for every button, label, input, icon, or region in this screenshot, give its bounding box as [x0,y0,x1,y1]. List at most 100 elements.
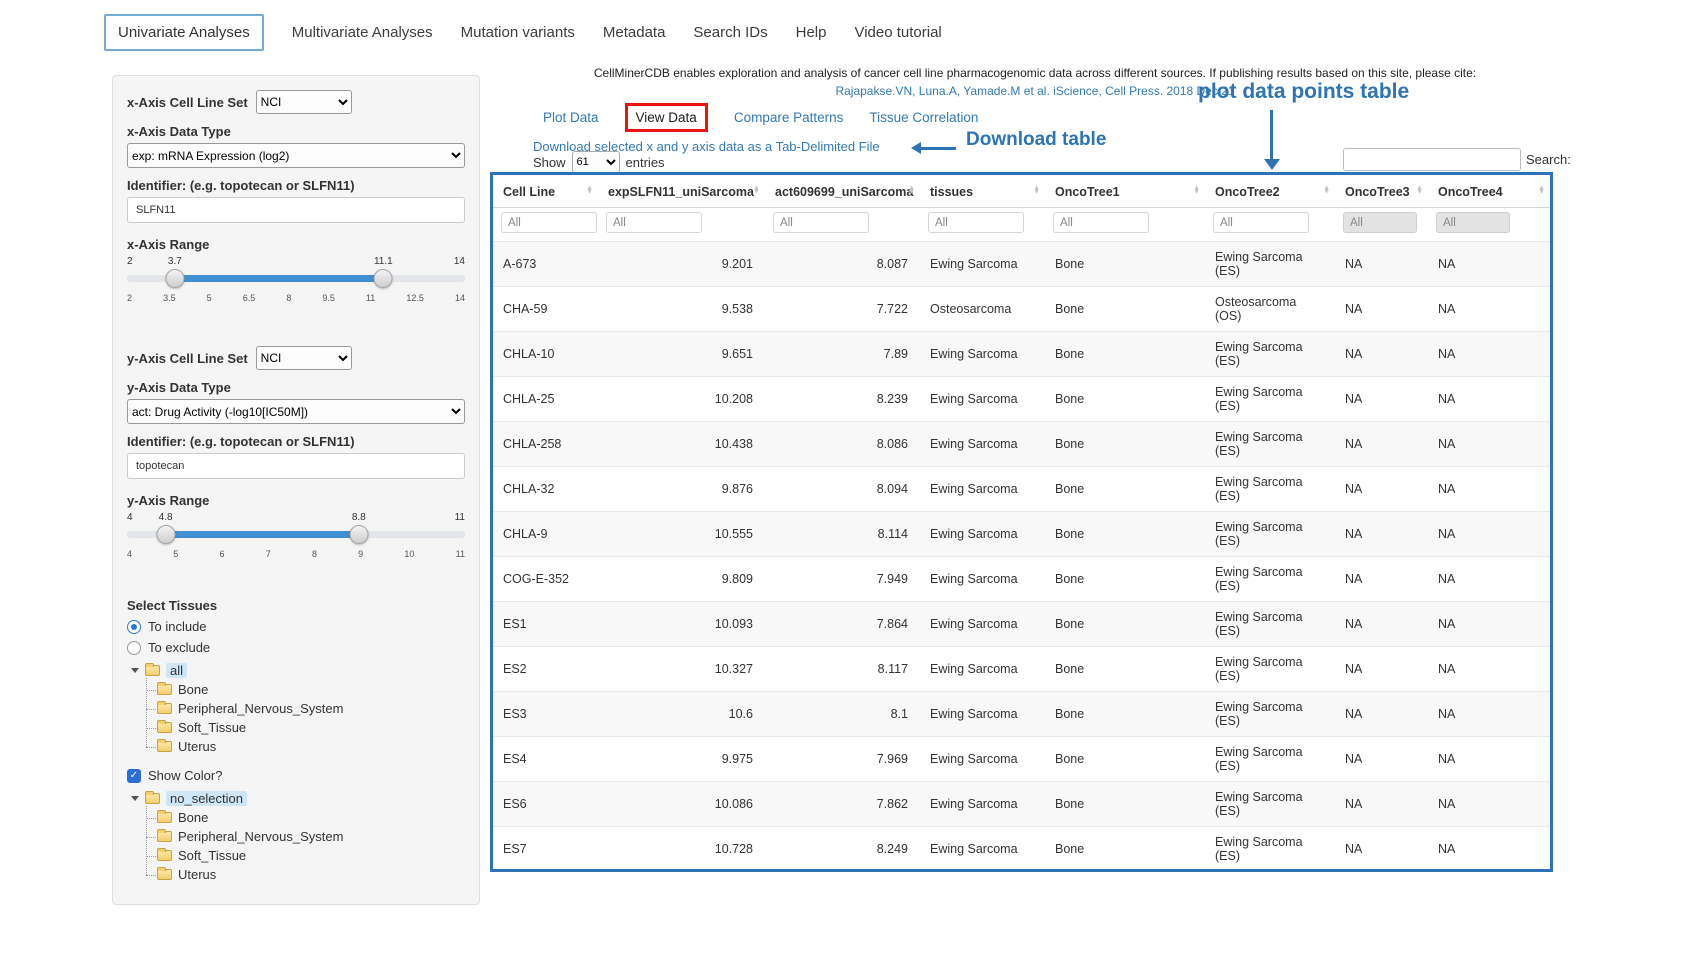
table-cell: Bone [1045,287,1205,332]
slider-handle-left[interactable] [156,525,175,544]
sort-icon[interactable]: ▲▼ [753,187,760,196]
y-identifier-input[interactable] [127,453,465,479]
sort-icon[interactable]: ▲▼ [1416,187,1423,196]
tree-item-peripheral_nervous_system[interactable]: Peripheral_Nervous_System [157,827,465,846]
table-row[interactable]: CHLA-329.8768.094Ewing SarcomaBoneEwing … [493,467,1550,512]
table-cell: 9.876 [598,467,765,512]
search-input[interactable] [1343,148,1521,171]
table-row[interactable]: CHLA-910.5558.114Ewing SarcomaBoneEwing … [493,512,1550,557]
slider-fill [166,531,359,538]
show-color-checkbox-row[interactable]: ✓ Show Color? [127,768,465,783]
tree-item-uterus[interactable]: Uterus [157,865,465,884]
column-header-expslfn11_unisarcoma[interactable]: expSLFN11_uniSarcoma▲▼ [598,175,765,208]
x-axis-range-slider[interactable]: 2 14 3.7 11.1 23.556.589.51112.514 [127,256,465,314]
tree-item-bone[interactable]: Bone [157,680,465,699]
table-row[interactable]: A-6739.2018.087Ewing SarcomaBoneEwing Sa… [493,242,1550,287]
subtab-view-data[interactable]: View Data [625,103,708,132]
x-cell-line-set-select[interactable]: NCI [256,90,352,114]
tree-item-soft_tissue[interactable]: Soft_Tissue [157,846,465,865]
table-cell: Ewing Sarcoma [920,782,1045,827]
table-cell: 10.555 [598,512,765,557]
column-filter-input-2[interactable] [773,212,869,233]
x-data-type-select[interactable]: exp: mRNA Expression (log2) [127,143,465,168]
tree-item-soft_tissue[interactable]: Soft_Tissue [157,718,465,737]
slider-min-label: 4 [127,512,133,523]
table-row[interactable]: ES49.9757.969Ewing SarcomaBoneEwing Sarc… [493,737,1550,782]
tree-item-uterus[interactable]: Uterus [157,737,465,756]
y-axis-range-slider[interactable]: 4 11 4.8 8.8 4567891011 [127,512,465,570]
table-row[interactable]: COG-E-3529.8097.949Ewing SarcomaBoneEwin… [493,557,1550,602]
table-row[interactable]: CHA-599.5387.722OsteosarcomaBoneOsteosar… [493,287,1550,332]
table-row[interactable]: ES210.3278.117Ewing SarcomaBoneEwing Sar… [493,647,1550,692]
table-row[interactable]: CHLA-25810.4388.086Ewing SarcomaBoneEwin… [493,422,1550,467]
column-header-oncotree1[interactable]: OncoTree1▲▼ [1045,175,1205,208]
tree-item-bone[interactable]: Bone [157,808,465,827]
column-filter-input-1[interactable] [606,212,702,233]
nav-item-mutation-variants[interactable]: Mutation variants [461,16,575,49]
tree-root-no-selection[interactable]: no_selection [127,791,465,806]
nav-item-help[interactable]: Help [796,16,827,49]
table-row[interactable]: CHLA-109.6517.89Ewing SarcomaBoneEwing S… [493,332,1550,377]
subtab-plot-data[interactable]: Plot Data [543,110,599,125]
entries-count-select[interactable]: 61 [572,151,620,173]
column-header-tissues[interactable]: tissues▲▼ [920,175,1045,208]
column-header-act609699_unisarcoma[interactable]: act609699_uniSarcoma▲▼ [765,175,920,208]
table-row[interactable]: CHLA-2510.2088.239Ewing SarcomaBoneEwing… [493,377,1550,422]
folder-icon [157,831,172,842]
sort-icon[interactable]: ▲▼ [586,187,593,196]
nav-item-search-ids[interactable]: Search IDs [693,16,767,49]
nav-item-video-tutorial[interactable]: Video tutorial [854,16,941,49]
slider-track[interactable] [127,531,465,538]
y-cell-line-set-select[interactable]: NCI [256,346,352,370]
slider-tick-label: 11 [456,549,465,559]
subtab-compare-patterns[interactable]: Compare Patterns [734,110,844,125]
tree-root-all[interactable]: all [127,663,465,678]
sort-icon[interactable]: ▲▼ [1538,187,1545,196]
table-cell: NA [1335,647,1428,692]
table-row[interactable]: ES310.68.1Ewing SarcomaBoneEwing Sarcoma… [493,692,1550,737]
sort-icon[interactable]: ▲▼ [908,187,915,196]
sort-icon[interactable]: ▲▼ [1193,187,1200,196]
column-header-oncotree2[interactable]: OncoTree2▲▼ [1205,175,1335,208]
tree-item-peripheral_nervous_system[interactable]: Peripheral_Nervous_System [157,699,465,718]
column-filter-input-5[interactable] [1213,212,1309,233]
caret-down-icon[interactable] [131,796,139,805]
column-filter-input-6[interactable] [1343,212,1417,233]
table-row[interactable]: ES610.0867.862Ewing SarcomaBoneEwing Sar… [493,782,1550,827]
subtab-tissue-correlation[interactable]: Tissue Correlation [869,110,978,125]
nav-item-univariate-analyses[interactable]: Univariate Analyses [104,14,264,51]
x-identifier-input[interactable] [127,197,465,223]
slider-handle-right[interactable] [374,269,393,288]
column-header-cell-line[interactable]: Cell Line▲▼ [493,175,598,208]
y-data-type-select[interactable]: act: Drug Activity (-log10[IC50M]) [127,399,465,424]
caret-down-icon[interactable] [131,668,139,677]
nav-item-multivariate-analyses[interactable]: Multivariate Analyses [292,16,433,49]
table-cell: Bone [1045,872,1205,873]
column-header-oncotree4[interactable]: OncoTree4▲▼ [1428,175,1550,208]
radio-to-exclude[interactable]: To exclude [127,640,465,655]
column-filter-input-3[interactable] [928,212,1024,233]
table-cell: Ewing Sarcoma [920,467,1045,512]
slider-handle-left[interactable] [165,269,184,288]
table-cell: 10.728 [598,827,765,872]
table-row[interactable]: ES710.7288.249Ewing SarcomaBoneEwing Sar… [493,827,1550,872]
column-filter-input-7[interactable] [1436,212,1510,233]
nav-item-metadata[interactable]: Metadata [603,16,666,49]
slider-to-value: 11.1 [374,256,393,267]
table-cell: 8.1 [765,692,920,737]
sort-icon[interactable]: ▲▼ [1323,187,1330,196]
table-cell: CHA-59 [493,287,598,332]
table-row[interactable]: ES110.0937.864Ewing SarcomaBoneEwing Sar… [493,602,1550,647]
folder-icon [157,850,172,861]
column-filter-input-4[interactable] [1053,212,1149,233]
checkbox-checked-icon[interactable]: ✓ [127,769,141,783]
table-row[interactable]: ES810.4498.121Ewing SarcomaBoneEwing Sar… [493,872,1550,873]
column-header-oncotree3[interactable]: OncoTree3▲▼ [1335,175,1428,208]
slider-handle-right[interactable] [349,525,368,544]
table-cell: Ewing Sarcoma (ES) [1205,332,1335,377]
column-filter-input-0[interactable] [501,212,597,233]
radio-to-include[interactable]: To include [127,619,465,634]
sort-icon[interactable]: ▲▼ [1033,187,1040,196]
slider-tick-label: 4 [127,549,132,559]
table-cell: NA [1428,737,1550,782]
